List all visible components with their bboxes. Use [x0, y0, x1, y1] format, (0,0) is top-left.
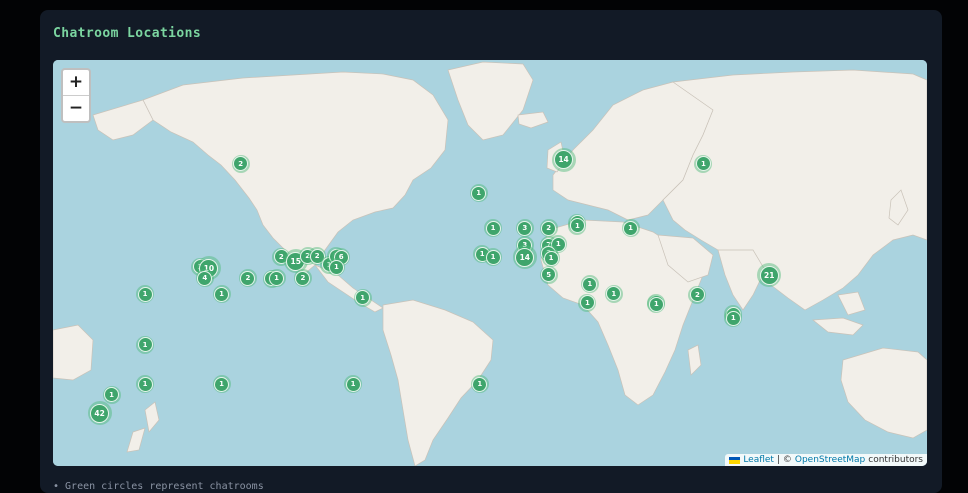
cluster-marker[interactable]: 2: [238, 269, 257, 288]
cluster-count: 1: [485, 220, 501, 236]
cluster-count: 1: [214, 286, 230, 302]
cluster-count: 42: [90, 403, 110, 423]
map-attribution: Leaflet | © OpenStreetMap contributors: [725, 454, 927, 466]
attribution-separator: | ©: [776, 455, 792, 465]
cluster-count: 3: [517, 220, 533, 236]
cluster-count: 1: [695, 156, 711, 172]
cluster-count: 1: [214, 376, 230, 392]
ukraine-flag-icon: [729, 456, 741, 464]
cluster-marker[interactable]: 14: [551, 147, 576, 172]
cluster-marker[interactable]: 4: [195, 269, 214, 288]
zoom-in-button[interactable]: +: [63, 70, 89, 95]
cluster-marker[interactable]: 2: [293, 269, 312, 288]
cluster-count: 14: [515, 247, 535, 267]
cluster-count: 1: [582, 276, 598, 292]
cluster-count: 1: [569, 218, 585, 234]
map-legend: • Green circles represent chatrooms: [53, 481, 264, 492]
cluster-count: 1: [472, 376, 488, 392]
cluster-count: 4: [197, 270, 213, 286]
cluster-count: 1: [485, 249, 501, 265]
cluster-marker[interactable]: 5: [539, 265, 558, 284]
cluster-count: 1: [104, 387, 120, 403]
cluster-marker[interactable]: 3: [515, 219, 534, 238]
cluster-count: 2: [233, 156, 249, 172]
cluster-marker[interactable]: 1: [267, 269, 286, 288]
cluster-marker[interactable]: 1: [212, 375, 231, 394]
cluster-count: 1: [471, 185, 487, 201]
cluster-count: 5: [541, 267, 557, 283]
cluster-marker[interactable]: 1: [578, 293, 597, 312]
cluster-count: 2: [541, 220, 557, 236]
cluster-count: 2: [689, 287, 705, 303]
cluster-count: 1: [725, 310, 741, 326]
world-map[interactable]: + − 214111321113711114215121112111121522…: [53, 60, 927, 466]
cluster-count: 1: [137, 337, 153, 353]
cluster-marker[interactable]: 1: [136, 335, 155, 354]
cluster-count: 1: [623, 220, 638, 236]
cluster-count: 1: [269, 270, 285, 286]
cluster-count: 1: [328, 259, 344, 275]
cluster-count: 1: [137, 286, 153, 302]
cluster-count: 2: [295, 270, 311, 286]
zoom-control: + −: [61, 68, 91, 123]
cluster-count: 1: [579, 295, 595, 311]
attribution-suffix: contributors: [868, 455, 923, 465]
cluster-count: 1: [137, 376, 153, 392]
cluster-marker[interactable]: 42: [87, 401, 112, 426]
cluster-marker[interactable]: 2: [231, 154, 250, 173]
openstreetmap-link[interactable]: OpenStreetMap: [795, 455, 865, 465]
zoom-out-button[interactable]: −: [63, 95, 89, 121]
cluster-marker[interactable]: 1: [212, 285, 231, 304]
cluster-marker[interactable]: 1: [470, 375, 489, 394]
cluster-count: 14: [554, 150, 574, 170]
cluster-marker[interactable]: 1: [621, 219, 640, 238]
cluster-marker[interactable]: 1: [102, 385, 121, 404]
cluster-count: 1: [355, 290, 371, 305]
cluster-count: 2: [240, 270, 256, 286]
cluster-count: 1: [606, 286, 622, 302]
cluster-marker[interactable]: 1: [136, 375, 155, 394]
cluster-marker[interactable]: 1: [580, 275, 599, 294]
cluster-count: 21: [759, 265, 779, 285]
cluster-count: 1: [345, 376, 361, 392]
cluster-marker[interactable]: 1: [353, 288, 372, 307]
leaflet-link[interactable]: Leaflet: [743, 455, 774, 465]
cluster-marker[interactable]: 1: [568, 216, 587, 235]
cluster-count: 1: [648, 296, 664, 312]
panel-title: Chatroom Locations: [53, 26, 202, 41]
cluster-count: 1: [543, 250, 559, 266]
cluster-marker[interactable]: 1: [604, 284, 623, 303]
